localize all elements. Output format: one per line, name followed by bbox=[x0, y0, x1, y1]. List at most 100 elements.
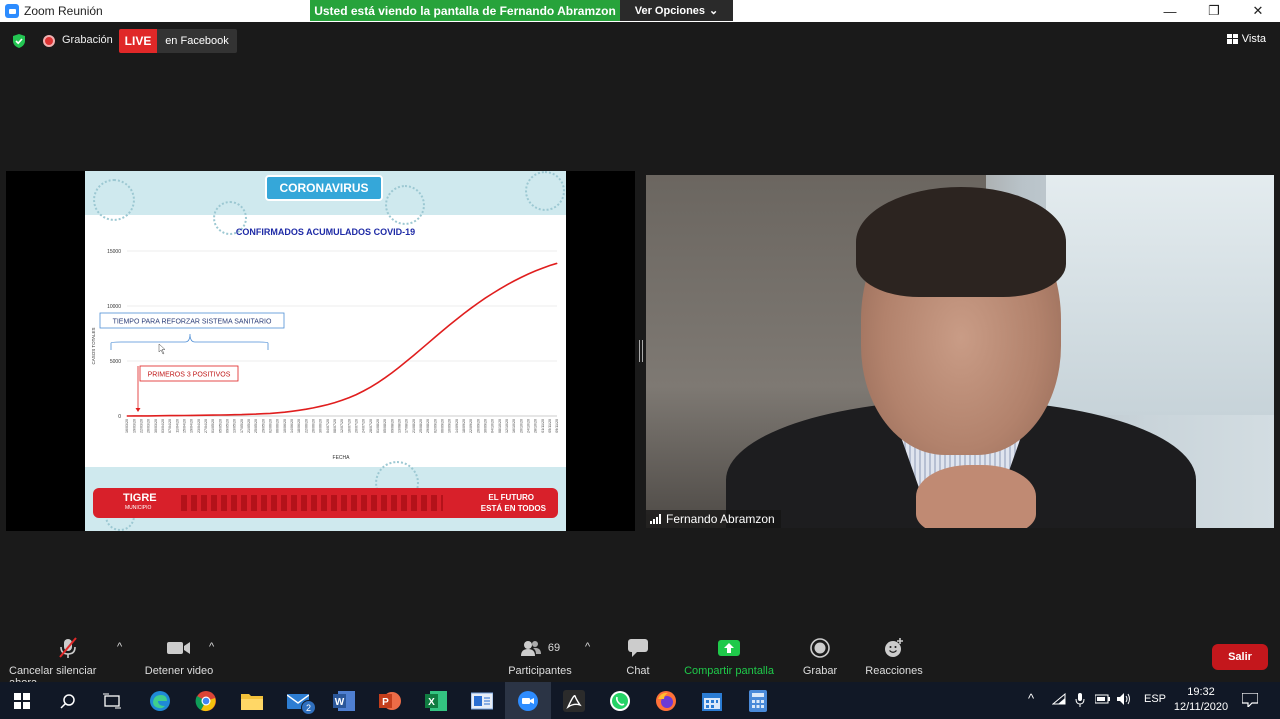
chrome-browser-icon[interactable] bbox=[194, 689, 218, 713]
chart-data-point bbox=[499, 288, 501, 290]
microphone-tray-icon[interactable] bbox=[1075, 693, 1085, 710]
live-platform-badge[interactable]: en Facebook bbox=[157, 29, 237, 53]
calendar-icon[interactable] bbox=[700, 689, 724, 713]
chart-data-point bbox=[377, 382, 379, 384]
task-view-icon[interactable] bbox=[100, 689, 124, 713]
tigre-footer-banner: TIGRE MUNICIPIO EL FUTURO ESTÁ EN TODOS bbox=[93, 488, 558, 518]
chart-data-point bbox=[556, 262, 558, 264]
video-background-window bbox=[1046, 175, 1274, 415]
leave-meeting-button[interactable]: Salir bbox=[1212, 644, 1268, 670]
notifications-icon[interactable] bbox=[1241, 692, 1259, 710]
reactions-label: Reacciones bbox=[865, 665, 923, 677]
zoom-app-icon bbox=[5, 4, 19, 18]
chart-x-tick-label: 01/08/20 bbox=[376, 419, 380, 433]
powerpoint-icon[interactable]: P bbox=[378, 689, 402, 713]
mouse-cursor-icon bbox=[158, 343, 166, 355]
shared-screen[interactable]: CORONAVIRUS CONFIRMADOS ACUMULADOS COVID… bbox=[6, 171, 635, 531]
chart-data-point bbox=[312, 407, 314, 409]
svg-text:X: X bbox=[428, 697, 435, 708]
chart-data-point bbox=[305, 408, 307, 410]
microphone-muted-icon bbox=[58, 637, 77, 658]
annotation-label-first-positives: PRIMEROS 3 POSITIVOS bbox=[148, 372, 231, 379]
search-icon[interactable] bbox=[56, 689, 80, 713]
wifi-icon[interactable] bbox=[1051, 692, 1066, 708]
chart-data-point bbox=[277, 412, 278, 414]
chart-x-tick-label: 12/07/20 bbox=[340, 419, 344, 433]
whatsapp-icon[interactable] bbox=[608, 689, 632, 713]
edge-browser-icon[interactable] bbox=[148, 689, 172, 713]
chart-data-point bbox=[291, 410, 293, 412]
share-screen-button[interactable]: Compartir pantalla bbox=[683, 637, 775, 677]
chart-x-tick-label: 05/05/20 bbox=[218, 419, 222, 433]
chart-x-tick-label: 10/09/20 bbox=[448, 419, 452, 433]
chart-y-ticks: 0 5000 10000 15000 bbox=[107, 249, 121, 420]
chart-data-point bbox=[183, 414, 185, 416]
chart-x-tick-label: 20/07/20 bbox=[355, 419, 359, 433]
chart-x-axis-label: FECHA bbox=[333, 455, 351, 461]
chart-data-point bbox=[527, 273, 529, 275]
grid-view-icon bbox=[1226, 34, 1238, 44]
windows-start-icon[interactable] bbox=[10, 689, 34, 713]
record-button[interactable]: Grabar bbox=[802, 637, 838, 677]
chart-x-tick-label: 10/06/20 bbox=[283, 419, 287, 433]
audio-options-chevron-icon[interactable]: ^ bbox=[117, 641, 122, 653]
tray-overflow-chevron-icon[interactable]: ^ bbox=[1028, 691, 1034, 706]
chart-x-tick-label: 18/06/20 bbox=[297, 419, 301, 433]
chart-data-point bbox=[140, 415, 142, 417]
split-view-handle[interactable] bbox=[639, 340, 643, 362]
windows-taskbar: 2 W P X ^ ESP 19:32 12/11/2020 bbox=[0, 682, 1280, 719]
reactions-smiley-icon bbox=[885, 638, 903, 657]
security-shield-icon[interactable] bbox=[12, 34, 26, 48]
chart-data-point bbox=[262, 413, 264, 415]
reactions-button[interactable]: Reacciones bbox=[865, 637, 923, 677]
chart-data-point bbox=[284, 411, 286, 413]
chart-x-tick-label: 26/06/20 bbox=[312, 419, 316, 433]
chart-x-tick-label: 22/09/20 bbox=[469, 419, 473, 433]
volume-icon[interactable] bbox=[1117, 693, 1133, 708]
battery-icon[interactable] bbox=[1094, 693, 1111, 708]
chart-x-tick-label: 05/11/20 bbox=[548, 419, 552, 433]
chart-x-tick-label: 03/04/20 bbox=[161, 419, 165, 433]
chart-data-point bbox=[470, 307, 472, 309]
chart-data-point bbox=[320, 405, 321, 407]
live-badge[interactable]: LIVE bbox=[119, 29, 157, 53]
participants-chevron-icon[interactable]: ^ bbox=[585, 641, 590, 653]
participant-video[interactable] bbox=[646, 175, 1274, 528]
chart-x-tick-label: 07/04/20 bbox=[168, 419, 172, 433]
outlook-icon[interactable] bbox=[470, 689, 494, 713]
chart-data-point bbox=[162, 415, 164, 417]
word-icon[interactable]: W bbox=[332, 689, 356, 713]
chart-x-tick-label: 09/08/20 bbox=[390, 419, 394, 433]
video-options-chevron-icon[interactable]: ^ bbox=[209, 641, 214, 653]
chart-x-tick-label: 13/05/20 bbox=[233, 419, 237, 433]
file-explorer-icon[interactable] bbox=[240, 689, 264, 713]
chart-x-tick-label: 23/04/20 bbox=[197, 419, 201, 433]
restore-button[interactable]: ❐ bbox=[1192, 0, 1236, 22]
stop-video-button[interactable]: Detener video bbox=[144, 637, 214, 677]
chart-data-point bbox=[148, 415, 149, 417]
system-clock[interactable]: 19:32 12/11/2020 bbox=[1172, 685, 1230, 715]
participants-button[interactable]: 69 Participantes bbox=[507, 637, 573, 677]
chat-button[interactable]: Chat bbox=[620, 637, 656, 677]
chart-x-tick-label: 01/11/20 bbox=[541, 419, 545, 433]
chart-x-tick-label: 09/11/20 bbox=[555, 419, 559, 433]
covid-cumulative-chart: 0 5000 10000 15000 16/03/20 19/03/20 22/03/20… bbox=[91, 249, 559, 461]
excel-icon[interactable]: X bbox=[424, 689, 448, 713]
view-button[interactable]: Vista bbox=[1226, 33, 1266, 45]
window-title: Zoom Reunión bbox=[24, 4, 103, 18]
chart-data-point bbox=[176, 415, 178, 417]
close-button[interactable]: ✕ bbox=[1236, 0, 1280, 22]
chart-y-tick-label: 5000 bbox=[110, 359, 121, 365]
acrobat-icon[interactable] bbox=[562, 689, 586, 713]
meeting-top-bar: Grabación LIVE en Facebook Vista bbox=[0, 22, 1280, 60]
minimize-button[interactable]: — bbox=[1148, 0, 1192, 22]
calculator-icon[interactable] bbox=[746, 689, 770, 713]
chart-data-point bbox=[191, 414, 192, 416]
view-options-button[interactable]: Ver Opciones ⌄ bbox=[620, 0, 733, 21]
chart-data-point bbox=[334, 402, 336, 404]
language-indicator[interactable]: ESP bbox=[1144, 693, 1166, 705]
zoom-taskbar-icon[interactable] bbox=[516, 689, 540, 713]
firefox-icon[interactable] bbox=[654, 689, 678, 713]
chart-data-point bbox=[535, 270, 536, 272]
chart-data-point bbox=[226, 414, 228, 416]
